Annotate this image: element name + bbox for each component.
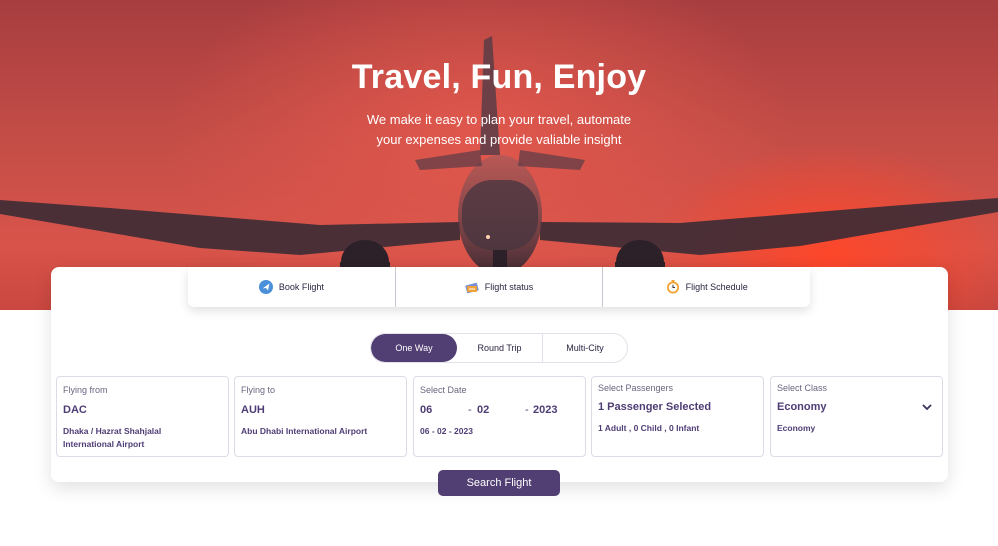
search-flight-button[interactable]: Search Flight [438, 470, 560, 496]
clock-icon [666, 280, 679, 294]
select-passengers-field[interactable]: Select Passengers 1 Passenger Selected 1… [591, 376, 764, 457]
select-class-label: Select Class [777, 383, 828, 393]
airplane-icon [258, 280, 273, 294]
flying-to-airport: Abu Dhabi International Airport [241, 426, 368, 436]
airplane-photo [0, 36, 998, 310]
tab-book-flight[interactable]: Book Flight [188, 267, 395, 307]
hero-subtitle-line-2: your expenses and provide valiable insig… [376, 132, 622, 147]
flying-from-airport: Dhaka / Hazrat Shahjalal International A… [63, 425, 161, 451]
chevron-down-icon[interactable] [921, 401, 933, 413]
tab-flight-schedule-label: Flight Schedule [685, 282, 748, 292]
flying-to-label: Flying to [241, 385, 276, 395]
select-date-label: Select Date [420, 385, 467, 395]
flying-to-field[interactable]: Flying to AUH Abu Dhabi International Ai… [234, 376, 407, 457]
passengers-detail: 1 Adult , 0 Child , 0 Infant [598, 423, 700, 433]
date-day[interactable]: 06 [420, 404, 432, 416]
date-month[interactable]: 02 [477, 404, 489, 416]
date-full: 06 - 02 - 2023 [420, 426, 473, 436]
passengers-value: 1 Passenger Selected [598, 401, 712, 413]
tab-flight-status[interactable]: Flight status [394, 267, 603, 307]
flying-from-field[interactable]: Flying from DAC Dhaka / Hazrat Shahjalal… [56, 376, 229, 457]
flying-from-airport-line-2: International Airport [63, 439, 145, 449]
tab-flight-status-label: Flight status [484, 282, 534, 292]
select-class-field[interactable]: Select Class Economy Economy [770, 376, 943, 457]
tab-flight-schedule[interactable]: Flight Schedule [602, 267, 810, 307]
date-separator-1: - [468, 404, 472, 416]
trip-round-trip[interactable]: Round Trip [457, 334, 543, 362]
tab-book-flight-label: Book Flight [278, 282, 324, 292]
select-date-field[interactable]: Select Date 06 - 02 - 2023 06 - 02 - 202… [413, 376, 586, 457]
date-year[interactable]: 2023 [533, 404, 557, 416]
flying-to-code: AUH [241, 404, 265, 416]
flying-from-code: DAC [63, 404, 87, 416]
class-detail: Economy [777, 423, 816, 433]
select-passengers-label: Select Passengers [598, 383, 674, 393]
hero-subtitle-line-1: We make it easy to plan your travel, aut… [366, 112, 632, 127]
hero-title: Travel, Fun, Enjoy [351, 58, 647, 96]
hero-subtitle: We make it easy to plan your travel, aut… [349, 110, 649, 150]
trip-one-way[interactable]: One Way [371, 334, 457, 362]
trip-multi-city[interactable]: Multi-City [543, 334, 627, 362]
trip-type-selector: One Way Round Trip Multi-City [370, 333, 628, 363]
flying-from-airport-line-1: Dhaka / Hazrat Shahjalal [63, 426, 162, 436]
flying-from-label: Flying from [63, 385, 108, 395]
date-separator-2: - [525, 404, 529, 416]
service-tabs: Book Flight Flight status Flight Schedul… [188, 267, 810, 307]
class-value: Economy [777, 401, 827, 413]
hero-banner: Travel, Fun, Enjoy We make it easy to pl… [0, 0, 998, 310]
boarding-pass-icon [465, 282, 479, 294]
